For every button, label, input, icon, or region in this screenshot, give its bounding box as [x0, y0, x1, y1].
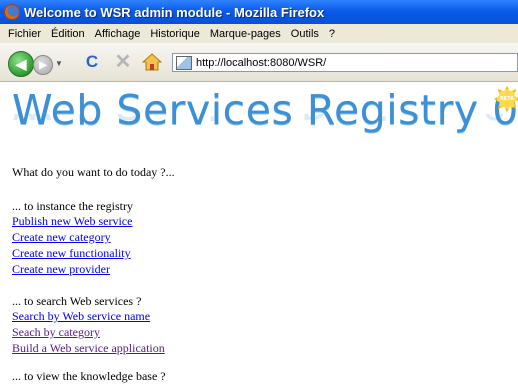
registry-banner: Web Services Registry 0.1 [12, 86, 518, 134]
home-button[interactable] [141, 52, 163, 72]
create-functionality-link[interactable]: Create new functionality [12, 246, 131, 260]
page-content: Web Services Registry 0.1 Web Services R… [0, 82, 518, 383]
menu-bar: Fichier Édition Affichage Historique Mar… [0, 24, 518, 43]
back-icon: ◀ [15, 55, 27, 72]
reload-button[interactable]: C [82, 52, 102, 72]
section-heading-knowledge: ... to view the knowledge base ? [12, 369, 166, 383]
firefox-logo-icon [4, 4, 20, 20]
forward-button[interactable]: ▶ [33, 55, 53, 75]
intro-text: What do you want to do today ?... [12, 165, 175, 179]
back-button[interactable]: ◀ [8, 51, 34, 77]
menu-edition[interactable]: Édition [46, 28, 90, 40]
address-bar[interactable]: http://localhost:8080/WSR/ [172, 53, 518, 72]
create-provider-link[interactable]: Create new provider [12, 262, 110, 276]
section-heading-search: ... to search Web services ? [12, 294, 142, 308]
section-heading-instance: ... to instance the registry [12, 199, 133, 213]
reload-icon: C [85, 52, 99, 71]
stop-icon: ✕ [114, 51, 132, 73]
build-application-link[interactable]: Build a Web service application [12, 341, 165, 355]
window-titlebar: Welcome to WSR admin module - Mozilla Fi… [0, 0, 518, 24]
home-icon [141, 53, 163, 71]
history-dropdown-button[interactable]: ▼ [55, 59, 63, 68]
forward-icon: ▶ [39, 59, 47, 71]
address-url: http://localhost:8080/WSR/ [196, 56, 327, 69]
menu-historique[interactable]: Historique [145, 28, 205, 40]
stop-button[interactable]: ✕ [113, 52, 133, 72]
page-icon [176, 55, 192, 70]
history-dropdown-icon: ▼ [55, 59, 63, 68]
window-title: Welcome to WSR admin module - Mozilla Fi… [24, 4, 325, 20]
menu-fichier[interactable]: Fichier [0, 28, 46, 40]
search-by-name-link[interactable]: Search by Web service name [12, 309, 150, 323]
navigation-toolbar: ◀ ▶ ▼ C ✕ http://localhost:8080/WSR/ [0, 43, 518, 82]
menu-help[interactable]: ? [324, 28, 340, 40]
create-category-link[interactable]: Create new category [12, 230, 111, 244]
registry-banner-reflection: Web Services Registry 0.1 [12, 114, 518, 128]
menu-marque-pages[interactable]: Marque-pages [205, 28, 286, 40]
publish-web-service-link[interactable]: Publish new Web service [12, 214, 132, 228]
search-by-category-link[interactable]: Seach by category [12, 325, 100, 339]
menu-outils[interactable]: Outils [286, 28, 324, 40]
menu-affichage[interactable]: Affichage [90, 28, 146, 40]
